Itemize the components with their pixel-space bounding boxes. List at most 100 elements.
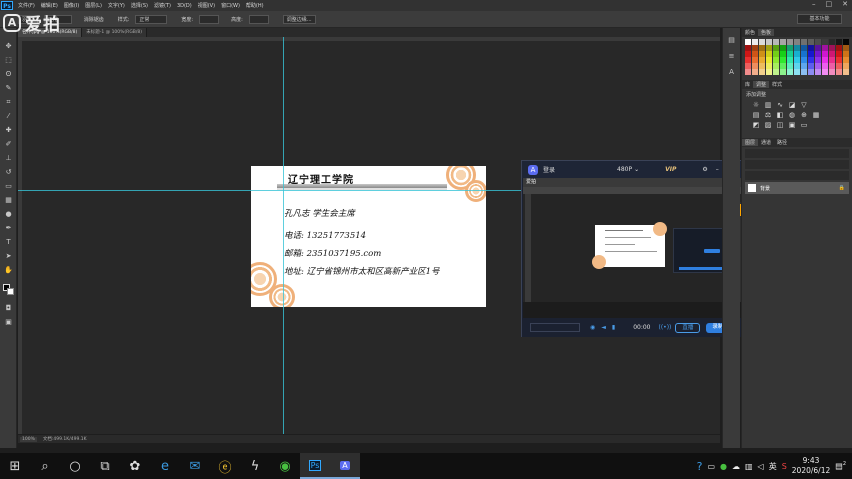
quick-mask-icon[interactable]: ◘ bbox=[4, 304, 13, 313]
menu-filter[interactable]: 滤镜(T) bbox=[154, 2, 171, 9]
layer-row-background[interactable]: 背景 🔒 bbox=[745, 182, 849, 194]
invert-icon[interactable]: ◩ bbox=[752, 121, 760, 129]
search-icon[interactable]: ⌕ bbox=[30, 453, 60, 479]
ie-browser-icon[interactable]: ⓔ bbox=[210, 453, 240, 479]
stamp-tool-icon[interactable]: ⊥ bbox=[4, 154, 13, 163]
vertical-guide[interactable] bbox=[283, 37, 284, 434]
color-swatch[interactable] bbox=[835, 69, 842, 75]
color-swatch[interactable] bbox=[786, 69, 793, 75]
vip-badge[interactable]: VIP bbox=[665, 166, 676, 173]
business-card-canvas[interactable]: 辽宁理工学院 孔凡志 学生会主席 电话: 13251773514 邮箱: 235… bbox=[251, 166, 486, 307]
hue-saturation-icon[interactable]: ▤ bbox=[752, 111, 760, 119]
color-swatch[interactable] bbox=[800, 69, 807, 75]
chat-icon[interactable]: ▭ bbox=[707, 462, 715, 471]
color-swatch[interactable] bbox=[765, 69, 772, 75]
screen-mode-icon[interactable]: ▣ bbox=[4, 318, 13, 327]
settings-icon[interactable]: ⚙ bbox=[702, 166, 707, 173]
app-lightning-icon[interactable]: ϟ bbox=[240, 453, 270, 479]
zoom-level[interactable]: 100% bbox=[20, 436, 37, 442]
tab-layers[interactable]: 图层 bbox=[742, 139, 759, 146]
aipai-taskbar-icon[interactable]: A bbox=[330, 453, 360, 479]
quick-select-tool-icon[interactable]: ✎ bbox=[4, 84, 13, 93]
type-tool-icon[interactable]: T bbox=[4, 238, 13, 247]
layer-filter-bar[interactable] bbox=[745, 149, 849, 158]
color-swatch[interactable] bbox=[828, 69, 835, 75]
brightness-icon[interactable]: ☼ bbox=[752, 101, 760, 109]
menu-help[interactable]: 帮助(H) bbox=[246, 2, 264, 9]
windows-start-icon[interactable]: ⊞ bbox=[0, 453, 30, 479]
width-input[interactable] bbox=[199, 14, 220, 24]
cortana-icon[interactable]: ○ bbox=[60, 453, 90, 479]
color-swatch[interactable] bbox=[842, 69, 849, 75]
webcam-icon[interactable]: ◉ bbox=[590, 324, 595, 331]
document-size[interactable]: 文档:499.1K/499.1K bbox=[43, 436, 87, 442]
green-browser-icon[interactable]: ◉ bbox=[270, 453, 300, 479]
quality-select[interactable]: 480P bbox=[617, 166, 632, 173]
history-brush-icon[interactable]: ↺ bbox=[4, 168, 13, 177]
menu-type[interactable]: 文字(Y) bbox=[108, 2, 125, 9]
color-swatch[interactable] bbox=[772, 69, 779, 75]
chevron-down-icon[interactable]: ⌄ bbox=[634, 166, 639, 173]
mail-icon[interactable]: ✉ bbox=[180, 453, 210, 479]
tab-library[interactable]: 库 bbox=[742, 81, 753, 88]
notification-icon[interactable]: ▤2 bbox=[835, 461, 846, 471]
refine-edge-button[interactable]: 调整边缘... bbox=[282, 14, 316, 24]
style-select[interactable]: 正常 bbox=[135, 14, 168, 24]
color-balance-icon[interactable]: ⚖ bbox=[764, 111, 772, 119]
selective-color-icon[interactable]: ▣ bbox=[788, 121, 796, 129]
crop-tool-icon[interactable]: ⌗ bbox=[4, 98, 13, 107]
channel-mixer-icon[interactable]: ⊕ bbox=[800, 111, 808, 119]
task-view-icon[interactable]: ⧉ bbox=[90, 453, 120, 479]
color-swatch[interactable] bbox=[751, 69, 758, 75]
curves-icon[interactable]: ∿ bbox=[776, 101, 784, 109]
levels-icon[interactable]: ▥ bbox=[764, 101, 772, 109]
properties-panel-icon[interactable]: ≡ bbox=[727, 52, 736, 61]
hand-tool-icon[interactable]: ✋ bbox=[4, 266, 13, 275]
workspace-select[interactable]: 基本功能 bbox=[797, 14, 842, 24]
ime-icon[interactable]: S bbox=[782, 462, 787, 471]
history-panel-icon[interactable]: ▤ bbox=[727, 36, 736, 45]
photoshop-taskbar-icon[interactable]: Ps bbox=[300, 453, 330, 479]
swatch-grid[interactable] bbox=[742, 37, 852, 77]
system-clock[interactable]: 9:43 2020/6/12 bbox=[792, 456, 830, 476]
tab-document-2[interactable]: 未标题-1 @ 100%(RGB/8) bbox=[82, 28, 148, 37]
threshold-icon[interactable]: ◫ bbox=[776, 121, 784, 129]
color-lookup-icon[interactable]: ▦ bbox=[812, 111, 820, 119]
posterize-icon[interactable]: ▨ bbox=[764, 121, 772, 129]
layer-blend-bar[interactable] bbox=[745, 160, 849, 169]
input-language[interactable]: 英 bbox=[769, 461, 777, 472]
color-swatch[interactable] bbox=[821, 69, 828, 75]
tab-adjustments[interactable]: 调整 bbox=[753, 81, 770, 88]
edge-browser-icon[interactable]: e bbox=[150, 453, 180, 479]
menu-edit[interactable]: 编辑(E) bbox=[41, 2, 58, 9]
color-swatch[interactable] bbox=[758, 69, 765, 75]
color-swatch[interactable] bbox=[779, 69, 786, 75]
network-icon[interactable]: ▥ bbox=[745, 462, 753, 471]
vibrance-icon[interactable]: ▽ bbox=[800, 101, 808, 109]
menu-file[interactable]: 文件(F) bbox=[18, 2, 35, 9]
horizontal-ruler[interactable] bbox=[18, 37, 720, 41]
menu-view[interactable]: 视图(V) bbox=[198, 2, 215, 9]
character-panel-icon[interactable]: A bbox=[727, 68, 736, 77]
tab-channels[interactable]: 通道 bbox=[758, 139, 774, 146]
vertical-ruler[interactable] bbox=[18, 37, 22, 434]
wechat-icon[interactable]: ● bbox=[720, 462, 727, 471]
marquee-tool-icon[interactable]: ⬚ bbox=[4, 56, 13, 65]
menu-select[interactable]: 选择(S) bbox=[131, 2, 148, 9]
pen-tool-icon[interactable]: ✒ bbox=[4, 224, 13, 233]
brush-tool-icon[interactable]: ✐ bbox=[4, 140, 13, 149]
eyedropper-tool-icon[interactable]: ⁄ bbox=[4, 112, 13, 121]
tab-styles[interactable]: 样式 bbox=[769, 81, 785, 88]
color-swatch[interactable] bbox=[744, 69, 751, 75]
microphone-icon[interactable]: ▮ bbox=[612, 324, 615, 331]
cloud-icon[interactable]: ☁ bbox=[732, 462, 740, 471]
color-swatch[interactable] bbox=[807, 69, 814, 75]
layer-lock-bar[interactable] bbox=[745, 171, 849, 180]
black-white-icon[interactable]: ◧ bbox=[776, 111, 784, 119]
height-input[interactable] bbox=[248, 14, 269, 24]
volume-icon[interactable]: ◁ bbox=[758, 462, 764, 471]
minimize-button[interactable]: – bbox=[812, 0, 816, 8]
live-button[interactable]: 直播 bbox=[675, 322, 701, 333]
menu-window[interactable]: 窗口(W) bbox=[221, 2, 240, 9]
eraser-tool-icon[interactable]: ▭ bbox=[4, 182, 13, 191]
